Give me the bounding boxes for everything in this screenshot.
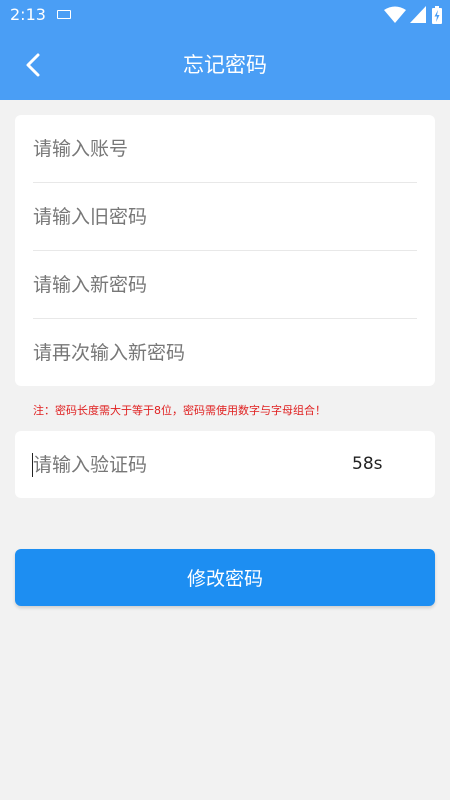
wifi-icon	[384, 6, 406, 23]
old-password-input[interactable]	[33, 183, 417, 250]
confirm-password-input[interactable]	[33, 319, 417, 386]
keyboard-icon	[57, 10, 71, 19]
password-form-card	[15, 115, 435, 386]
account-input[interactable]	[33, 115, 417, 182]
countdown-timer[interactable]: 58s	[352, 431, 383, 498]
app-bar: 忘记密码	[0, 30, 450, 100]
page-title: 忘记密码	[183, 53, 267, 77]
new-password-input[interactable]	[33, 251, 417, 318]
old-password-field	[33, 183, 417, 250]
status-time: 2:13	[10, 5, 46, 24]
text-cursor	[32, 453, 33, 477]
confirm-password-field	[33, 319, 417, 386]
status-bar: 2:13	[0, 0, 450, 30]
signal-icon	[410, 6, 426, 23]
password-rule-note: 注：密码长度需大于等于8位，密码需使用数字与字母组合！	[33, 404, 326, 417]
chevron-left-icon[interactable]	[18, 49, 50, 81]
new-password-field	[33, 251, 417, 318]
verification-code-field	[33, 431, 333, 498]
battery-icon	[432, 6, 442, 24]
account-field	[33, 115, 417, 182]
verification-card: 58s	[15, 431, 435, 498]
change-password-button[interactable]: 修改密码	[15, 549, 435, 606]
verification-code-input[interactable]	[33, 431, 333, 498]
